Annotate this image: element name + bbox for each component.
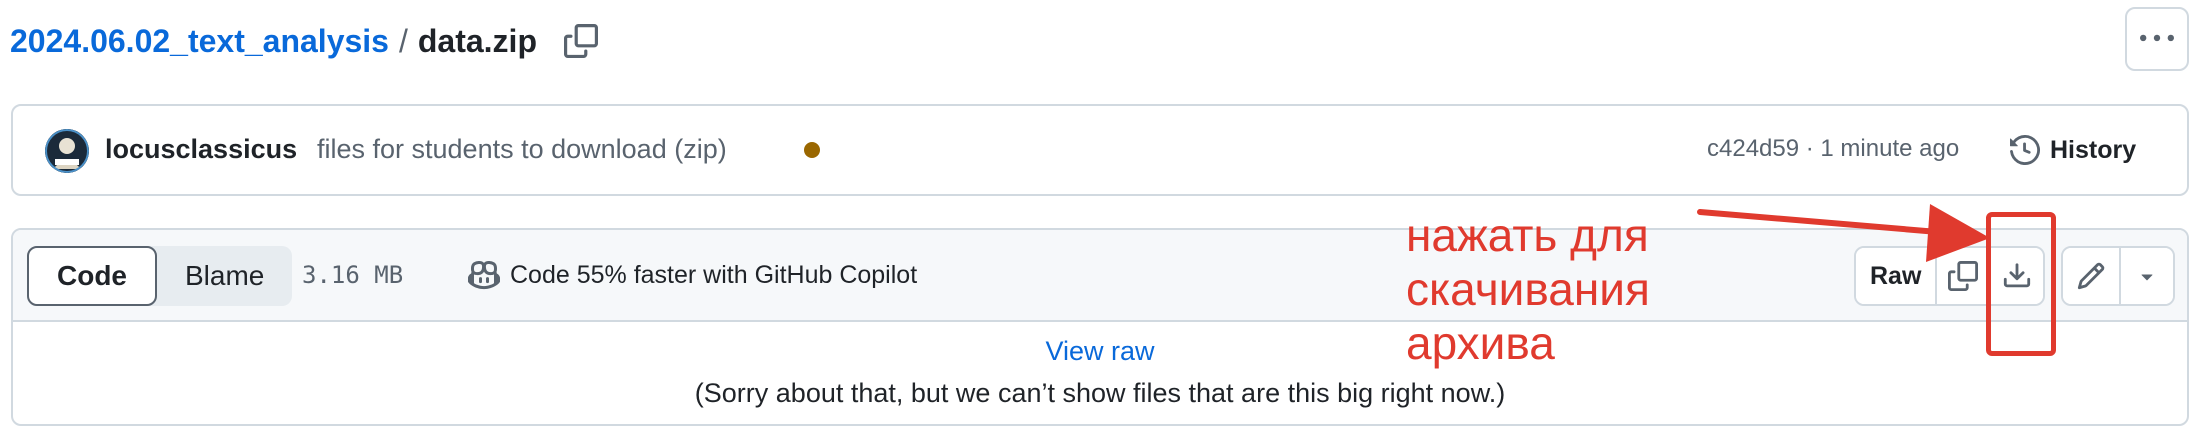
file-breadcrumb: 2024.06.02_text_analysis / data.zip (10, 18, 601, 64)
commit-status-dot[interactable] (804, 142, 820, 158)
file-toolbar: Code Blame 3.16 MB Code 55% faster with … (13, 230, 2187, 322)
file-body: View raw (Sorry about that, but we can’t… (13, 322, 2187, 424)
annotation-line: нажать для (1406, 209, 1649, 261)
pencil-icon (2077, 262, 2105, 290)
tab-code[interactable]: Code (27, 246, 157, 306)
history-icon (2010, 135, 2040, 165)
breadcrumb-file-name: data.zip (417, 22, 537, 59)
commit-sha-and-time[interactable]: c424d59 · 1 minute ago (1707, 135, 1959, 163)
commit-message-link[interactable]: files for students to download (zip) (317, 134, 727, 165)
file-viewer: Code Blame 3.16 MB Code 55% faster with … (11, 228, 2189, 426)
history-label: History (2050, 135, 2137, 164)
file-size: 3.16 MB (302, 261, 404, 289)
copy-icon (563, 24, 598, 58)
copilot-icon (468, 260, 500, 290)
view-raw-link[interactable]: View raw (13, 336, 2187, 367)
raw-button[interactable]: Raw (1856, 248, 1936, 304)
edit-options-dropdown[interactable] (2119, 248, 2173, 304)
more-options-button[interactable] (2125, 7, 2189, 71)
avatar[interactable] (45, 129, 89, 173)
triangle-down-icon (2141, 274, 2153, 281)
copilot-promo-label: Code 55% faster with GitHub Copilot (510, 260, 918, 289)
code-blame-toggle: Code Blame (27, 246, 293, 306)
copy-path-button[interactable] (561, 21, 601, 61)
copy-raw-button[interactable] (1935, 248, 1990, 304)
annotation-line: скачивания (1406, 263, 1650, 315)
annotation-line: архива (1406, 317, 1555, 369)
copilot-promo-link[interactable]: Code 55% faster with GitHub Copilot (468, 255, 917, 295)
latest-commit-bar: locusclassicus files for students to dow… (11, 104, 2189, 196)
file-too-large-message: (Sorry about that, but we can’t show fil… (694, 378, 1506, 408)
copy-icon (1948, 261, 1979, 291)
commit-author-link[interactable]: locusclassicus (105, 134, 297, 165)
edit-group (2061, 246, 2175, 306)
annotation-highlight-box (1986, 212, 2056, 356)
history-button[interactable]: History (2010, 128, 2136, 172)
annotation-note: нажать для скачивания архива (1406, 208, 1650, 370)
kebab-icon (2140, 34, 2174, 42)
breadcrumb-separator: / (398, 22, 408, 59)
edit-file-button[interactable] (2063, 248, 2119, 304)
tab-blame[interactable]: Blame (157, 246, 292, 306)
breadcrumb-repo-link[interactable]: 2024.06.02_text_analysis (10, 23, 389, 60)
